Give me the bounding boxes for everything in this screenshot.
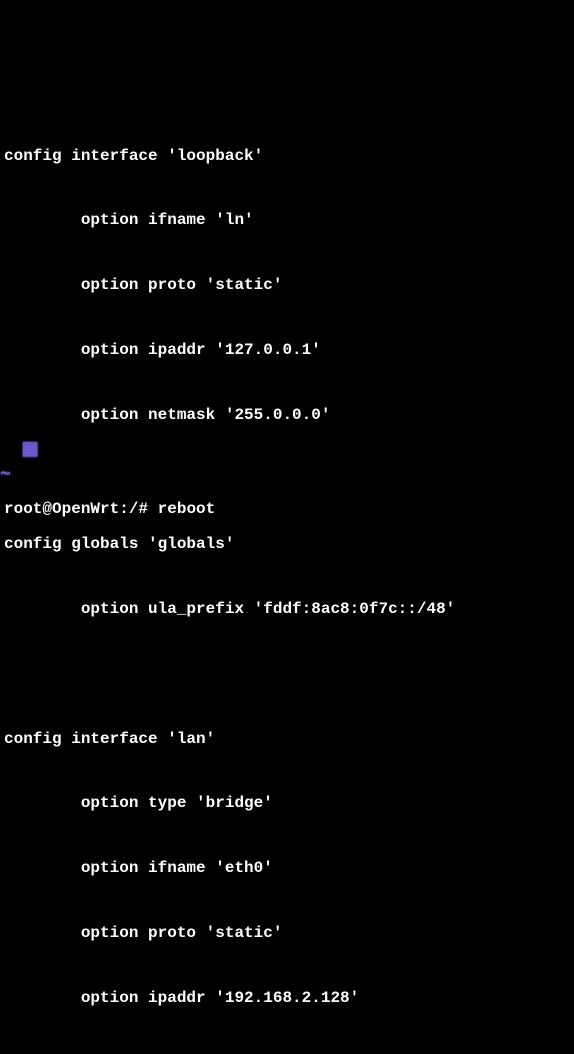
blank-line bbox=[4, 664, 574, 686]
terminal-output[interactable]: config interface 'loopback' option ifnam… bbox=[4, 102, 574, 1054]
option-line: option ula_prefix 'fddf:8ac8:0f7c::/48' bbox=[4, 599, 574, 621]
option-line: option proto 'static' bbox=[4, 923, 574, 945]
prompt-path: :/# bbox=[119, 500, 148, 518]
shell-prompt[interactable]: root@OpenWrt:/# reboot bbox=[4, 499, 215, 521]
prompt-user-host: root@OpenWrt bbox=[4, 500, 119, 518]
blank-line bbox=[4, 469, 574, 491]
option-line: option netmask '255.255.255.0' bbox=[4, 1053, 574, 1054]
config-line: config interface 'lan' bbox=[4, 729, 574, 751]
option-line: option ifname 'eth0' bbox=[4, 858, 574, 880]
option-line: option ipaddr '127.0.0.1' bbox=[4, 340, 574, 362]
editor-marker-icon: ▣~ bbox=[0, 414, 39, 487]
config-line: config globals 'globals' bbox=[4, 534, 574, 556]
option-line: option proto 'static' bbox=[4, 275, 574, 297]
option-line: option type 'bridge' bbox=[4, 793, 574, 815]
option-line: option ifname 'ln' bbox=[4, 210, 574, 232]
config-line: config interface 'loopback' bbox=[4, 146, 574, 168]
command-input[interactable]: reboot bbox=[158, 500, 216, 518]
option-line: option netmask '255.0.0.0' bbox=[4, 405, 574, 427]
option-line: option ipaddr '192.168.2.128' bbox=[4, 988, 574, 1010]
